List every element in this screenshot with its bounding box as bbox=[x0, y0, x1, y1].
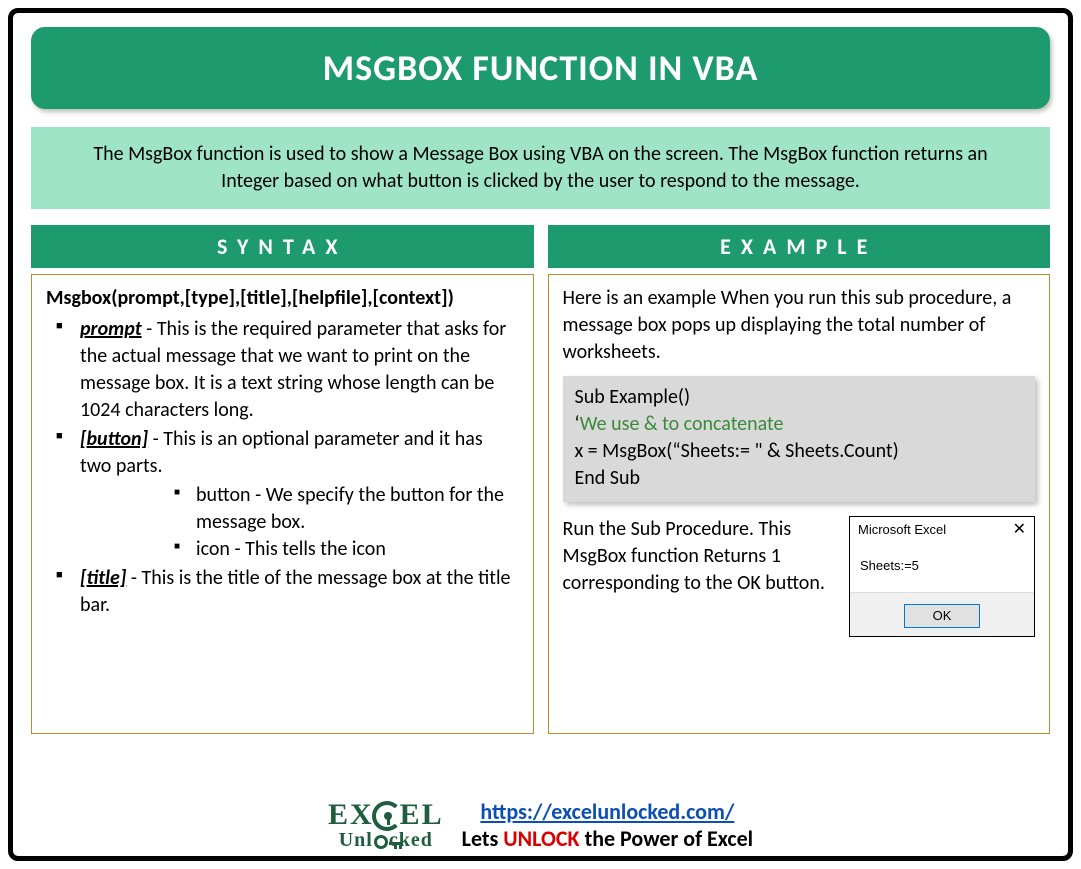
example-body: Here is an example When you run this sub… bbox=[548, 274, 1051, 734]
footer: EX EL Unl cked https://excelunlocked.com… bbox=[13, 798, 1068, 852]
syntax-column: SYNTAX Msgbox(prompt,[type],[title],[hel… bbox=[31, 225, 534, 734]
param-button-sub2: icon - This tells the icon bbox=[172, 536, 519, 563]
description-box: The MsgBox function is used to show a Me… bbox=[31, 127, 1050, 209]
param-name: [title] bbox=[80, 566, 126, 590]
logo-bottom-right: cked bbox=[389, 831, 433, 850]
code-line-1: Sub Example() bbox=[575, 384, 1024, 411]
syntax-body: Msgbox(prompt,[type],[title],[helpfile],… bbox=[31, 274, 534, 734]
msgbox-dialog: Microsoft Excel ✕ Sheets:=5 OK bbox=[849, 516, 1035, 637]
param-title: [title] - This is the title of the messa… bbox=[52, 565, 519, 619]
document-frame: MSGBOX FUNCTION IN VBA The MsgBox functi… bbox=[8, 8, 1073, 861]
param-name: [button] bbox=[80, 427, 148, 451]
param-button-sub1: button - We specify the button for the m… bbox=[172, 482, 519, 536]
logo-top-right: EL bbox=[400, 801, 444, 830]
msgbox-body: Sheets:=5 bbox=[850, 543, 1034, 593]
param-sep: - bbox=[142, 317, 157, 341]
syntax-signature: Msgbox(prompt,[type],[title],[helpfile],… bbox=[46, 285, 519, 312]
param-text: This is the title of the message box at … bbox=[80, 566, 511, 617]
ok-button[interactable]: OK bbox=[904, 604, 981, 628]
key-icon bbox=[374, 835, 388, 849]
tagline: Lets UNLOCK the Power of Excel bbox=[462, 825, 753, 852]
footer-links: https://excelunlocked.com/ Lets UNLOCK t… bbox=[462, 798, 753, 852]
param-button-sublist: button - We specify the button for the m… bbox=[80, 482, 519, 563]
logo-bottom-left: Unl bbox=[339, 831, 373, 850]
syntax-heading: SYNTAX bbox=[31, 225, 534, 268]
columns: SYNTAX Msgbox(prompt,[type],[title],[hel… bbox=[31, 225, 1050, 734]
tagline-pre: Lets bbox=[462, 825, 504, 852]
example-intro: Here is an example When you run this sub… bbox=[563, 285, 1036, 366]
logo-top-left: EX bbox=[328, 801, 374, 830]
code-block: Sub Example() ‘We use & to concatenate x… bbox=[563, 376, 1036, 502]
msgbox-button-row: OK bbox=[850, 592, 1034, 636]
code-line-4: End Sub bbox=[575, 465, 1024, 492]
run-row: Run the Sub Procedure. This MsgBox funct… bbox=[563, 516, 1036, 637]
tagline-unlock: UNLOCK bbox=[503, 825, 579, 852]
close-icon[interactable]: ✕ bbox=[1013, 522, 1026, 538]
param-sep: - bbox=[148, 427, 163, 451]
site-link[interactable]: https://excelunlocked.com/ bbox=[480, 798, 734, 825]
code-line-3: x = MsgBox(“Sheets:= " & Sheets.Count) bbox=[575, 438, 1024, 465]
msgbox-title: Microsoft Excel bbox=[858, 521, 946, 539]
example-column: EXAMPLE Here is an example When you run … bbox=[548, 225, 1051, 734]
msgbox-titlebar: Microsoft Excel ✕ bbox=[850, 517, 1034, 543]
param-button: [button] - This is an optional parameter… bbox=[52, 426, 519, 563]
run-text: Run the Sub Procedure. This MsgBox funct… bbox=[563, 516, 836, 597]
example-heading: EXAMPLE bbox=[548, 225, 1051, 268]
code-line-comment: ‘We use & to concatenate bbox=[575, 411, 1024, 438]
param-prompt: prompt - This is the required parameter … bbox=[52, 316, 519, 424]
param-name: prompt bbox=[80, 317, 142, 341]
lock-icon bbox=[372, 801, 402, 831]
main-title: MSGBOX FUNCTION IN VBA bbox=[31, 27, 1050, 109]
param-sep: - bbox=[126, 566, 141, 590]
param-list: prompt - This is the required parameter … bbox=[46, 316, 519, 619]
tagline-post: the Power of Excel bbox=[580, 825, 753, 852]
code-comment-text: We use & to concatenate bbox=[580, 412, 784, 436]
logo: EX EL Unl cked bbox=[328, 801, 444, 850]
